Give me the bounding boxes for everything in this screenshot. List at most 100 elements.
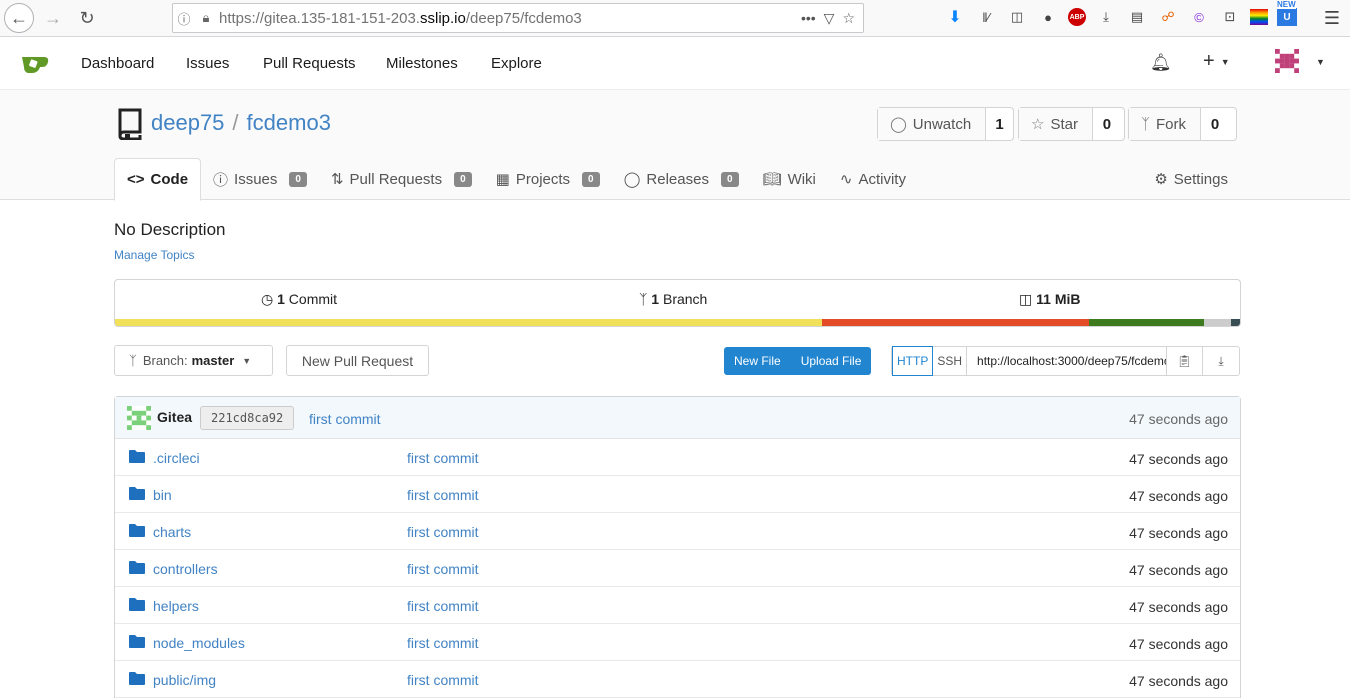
file-commit-message-link[interactable]: first commit bbox=[407, 635, 479, 651]
watch-count[interactable]: 1 bbox=[986, 108, 1013, 140]
fork-count[interactable]: 0 bbox=[1201, 108, 1229, 140]
crop-icon[interactable]: ⊡ bbox=[1219, 6, 1241, 28]
manage-topics-link[interactable]: Manage Topics bbox=[114, 248, 195, 262]
folder-icon bbox=[129, 524, 145, 537]
file-commit-message-link[interactable]: first commit bbox=[407, 561, 479, 577]
caret-down-icon[interactable]: ▼ bbox=[1316, 57, 1325, 67]
file-commit-time: 47 seconds ago bbox=[1129, 525, 1228, 541]
url-text[interactable]: https://gitea.135-181-151-203.sslip.io/d… bbox=[219, 10, 801, 27]
file-table: Gitea 221cd8ca92 first commit 47 seconds… bbox=[114, 396, 1241, 698]
account-icon[interactable]: ● bbox=[1037, 6, 1059, 28]
new-pull-request-button[interactable]: New Pull Request bbox=[286, 345, 429, 376]
star-count[interactable]: 0 bbox=[1093, 108, 1121, 140]
tab-releases[interactable]: ◯ Releases 0 bbox=[612, 158, 751, 200]
language-bar[interactable] bbox=[115, 319, 1240, 326]
tab-issues[interactable]: ⓘ Issues 0 bbox=[201, 158, 319, 200]
lock-icon[interactable]: 🔒︎ bbox=[195, 10, 217, 26]
file-name-link[interactable]: helpers bbox=[153, 598, 199, 614]
gitea-logo-icon[interactable] bbox=[20, 52, 50, 74]
forward-button[interactable]: → bbox=[40, 5, 66, 31]
nav-dashboard[interactable]: Dashboard bbox=[81, 55, 154, 72]
circle-c-icon[interactable]: © bbox=[1188, 6, 1210, 28]
file-name-link[interactable]: .circleci bbox=[153, 450, 200, 466]
commits-stat[interactable]: ◷ 1 Commit bbox=[261, 291, 337, 308]
nav-pull-requests[interactable]: Pull Requests bbox=[263, 55, 356, 72]
language-segment[interactable] bbox=[821, 319, 1090, 326]
branch-dropdown[interactable]: ᛉ Branch: master ▼ bbox=[114, 345, 273, 376]
new-file-button[interactable]: New File bbox=[724, 347, 791, 375]
commit-author[interactable]: Gitea bbox=[157, 409, 192, 425]
language-segment[interactable] bbox=[1204, 319, 1231, 326]
clone-url-input[interactable]: http://localhost:3000/deep75/fcdemo3.git bbox=[967, 347, 1168, 375]
file-commit-message-link[interactable]: first commit bbox=[407, 524, 479, 540]
commit-message-link[interactable]: first commit bbox=[309, 411, 381, 427]
star-button[interactable]: ☆ Star bbox=[1019, 108, 1093, 140]
file-commit-message-link[interactable]: first commit bbox=[407, 450, 479, 466]
repo-owner-link[interactable]: deep75 bbox=[151, 110, 224, 135]
link-icon[interactable]: ☍ bbox=[1157, 6, 1179, 28]
screenshot-icon[interactable]: ▤ bbox=[1126, 6, 1148, 28]
create-new-button[interactable]: + ▼ bbox=[1203, 50, 1230, 73]
file-name-link[interactable]: public/img bbox=[153, 672, 216, 688]
pull-request-icon: ⇅ bbox=[330, 171, 344, 188]
adblock-icon[interactable]: ABP bbox=[1068, 8, 1086, 26]
user-avatar[interactable] bbox=[1275, 49, 1299, 73]
library-icon[interactable]: ‖∕ bbox=[975, 6, 997, 28]
tab-projects[interactable]: ▦ Projects 0 bbox=[484, 158, 612, 200]
nav-milestones[interactable]: Milestones bbox=[386, 55, 458, 72]
issues-count-badge: 0 bbox=[289, 171, 307, 187]
tab-settings[interactable]: ⚙ Settings bbox=[1142, 158, 1240, 200]
reload-button[interactable]: ↻ bbox=[74, 5, 100, 31]
notification-bell-icon[interactable]: 🔔︎ bbox=[1150, 53, 1172, 73]
file-commit-message-link[interactable]: first commit bbox=[407, 598, 479, 614]
file-name-link[interactable]: charts bbox=[153, 524, 191, 540]
info-icon[interactable]: ⓘ bbox=[173, 9, 195, 28]
language-segment[interactable] bbox=[1089, 319, 1204, 326]
downloads-icon[interactable]: ⬇ bbox=[944, 6, 966, 28]
caret-down-icon: ▼ bbox=[242, 355, 252, 366]
tab-activity[interactable]: ∿ Activity bbox=[828, 158, 918, 200]
file-name-link[interactable]: bin bbox=[153, 487, 172, 503]
address-bar[interactable]: ⓘ 🔒︎ https://gitea.135-181-151-203.sslip… bbox=[172, 3, 864, 33]
rainbow-flag-icon[interactable] bbox=[1250, 9, 1268, 25]
unwatch-button[interactable]: ◯ Unwatch bbox=[878, 108, 987, 140]
language-segment[interactable] bbox=[115, 319, 822, 326]
hamburger-menu-icon[interactable]: ☰ bbox=[1324, 8, 1340, 29]
language-segment[interactable] bbox=[1231, 319, 1240, 326]
repo-name-link[interactable]: fcdemo3 bbox=[247, 110, 331, 135]
nav-issues[interactable]: Issues bbox=[186, 55, 229, 72]
bookmark-star-icon[interactable]: ☆ bbox=[842, 10, 855, 27]
nav-explore[interactable]: Explore bbox=[491, 55, 542, 72]
branches-stat[interactable]: ᛉ 1 Branch bbox=[639, 291, 707, 307]
browser-toolbar: ← → ↻ ⓘ 🔒︎ https://gitea.135-181-151-203… bbox=[0, 0, 1350, 37]
ssh-toggle[interactable]: SSH bbox=[933, 347, 968, 375]
tag-icon: ◯ bbox=[623, 171, 641, 188]
sidebar-icon[interactable]: ◫ bbox=[1006, 6, 1028, 28]
file-commit-message-link[interactable]: first commit bbox=[407, 672, 479, 688]
copy-clipboard-button[interactable]: 📋︎ bbox=[1167, 347, 1204, 375]
file-name-link[interactable]: controllers bbox=[153, 561, 218, 577]
branch-icon: ᛉ bbox=[639, 291, 648, 307]
http-toggle[interactable]: HTTP bbox=[892, 346, 934, 376]
back-button[interactable]: ← bbox=[4, 3, 34, 33]
project-board-icon: ▦ bbox=[495, 171, 510, 188]
commit-sha-button[interactable]: 221cd8ca92 bbox=[200, 406, 295, 430]
file-row: public/img first commit 47 seconds ago bbox=[115, 661, 1240, 698]
extension-new-icon[interactable]: NEW U bbox=[1277, 1, 1297, 26]
arrow-right-icon: → bbox=[44, 7, 62, 28]
tab-pull-requests[interactable]: ⇅ Pull Requests 0 bbox=[319, 158, 484, 200]
file-row: bin first commit 47 seconds ago bbox=[115, 476, 1240, 513]
arrow-left-icon: ← bbox=[10, 7, 28, 28]
upload-file-button[interactable]: Upload File bbox=[791, 347, 872, 375]
page-actions-icon[interactable]: ••• bbox=[801, 10, 816, 27]
download-arrow-icon[interactable]: ⤓ bbox=[1095, 6, 1117, 28]
tab-code[interactable]: <> Code bbox=[114, 158, 202, 201]
file-name-link[interactable]: node_modules bbox=[153, 635, 245, 651]
fork-button[interactable]: ᛉ Fork bbox=[1129, 108, 1202, 140]
pocket-icon[interactable]: ▽ bbox=[824, 10, 835, 27]
file-commit-message-link[interactable]: first commit bbox=[407, 487, 479, 503]
download-archive-button[interactable]: ⤓ bbox=[1203, 347, 1239, 375]
commit-author-avatar[interactable] bbox=[127, 406, 151, 430]
file-row: charts first commit 47 seconds ago bbox=[115, 513, 1240, 550]
tab-wiki[interactable]: 📖︎ Wiki bbox=[751, 158, 828, 200]
